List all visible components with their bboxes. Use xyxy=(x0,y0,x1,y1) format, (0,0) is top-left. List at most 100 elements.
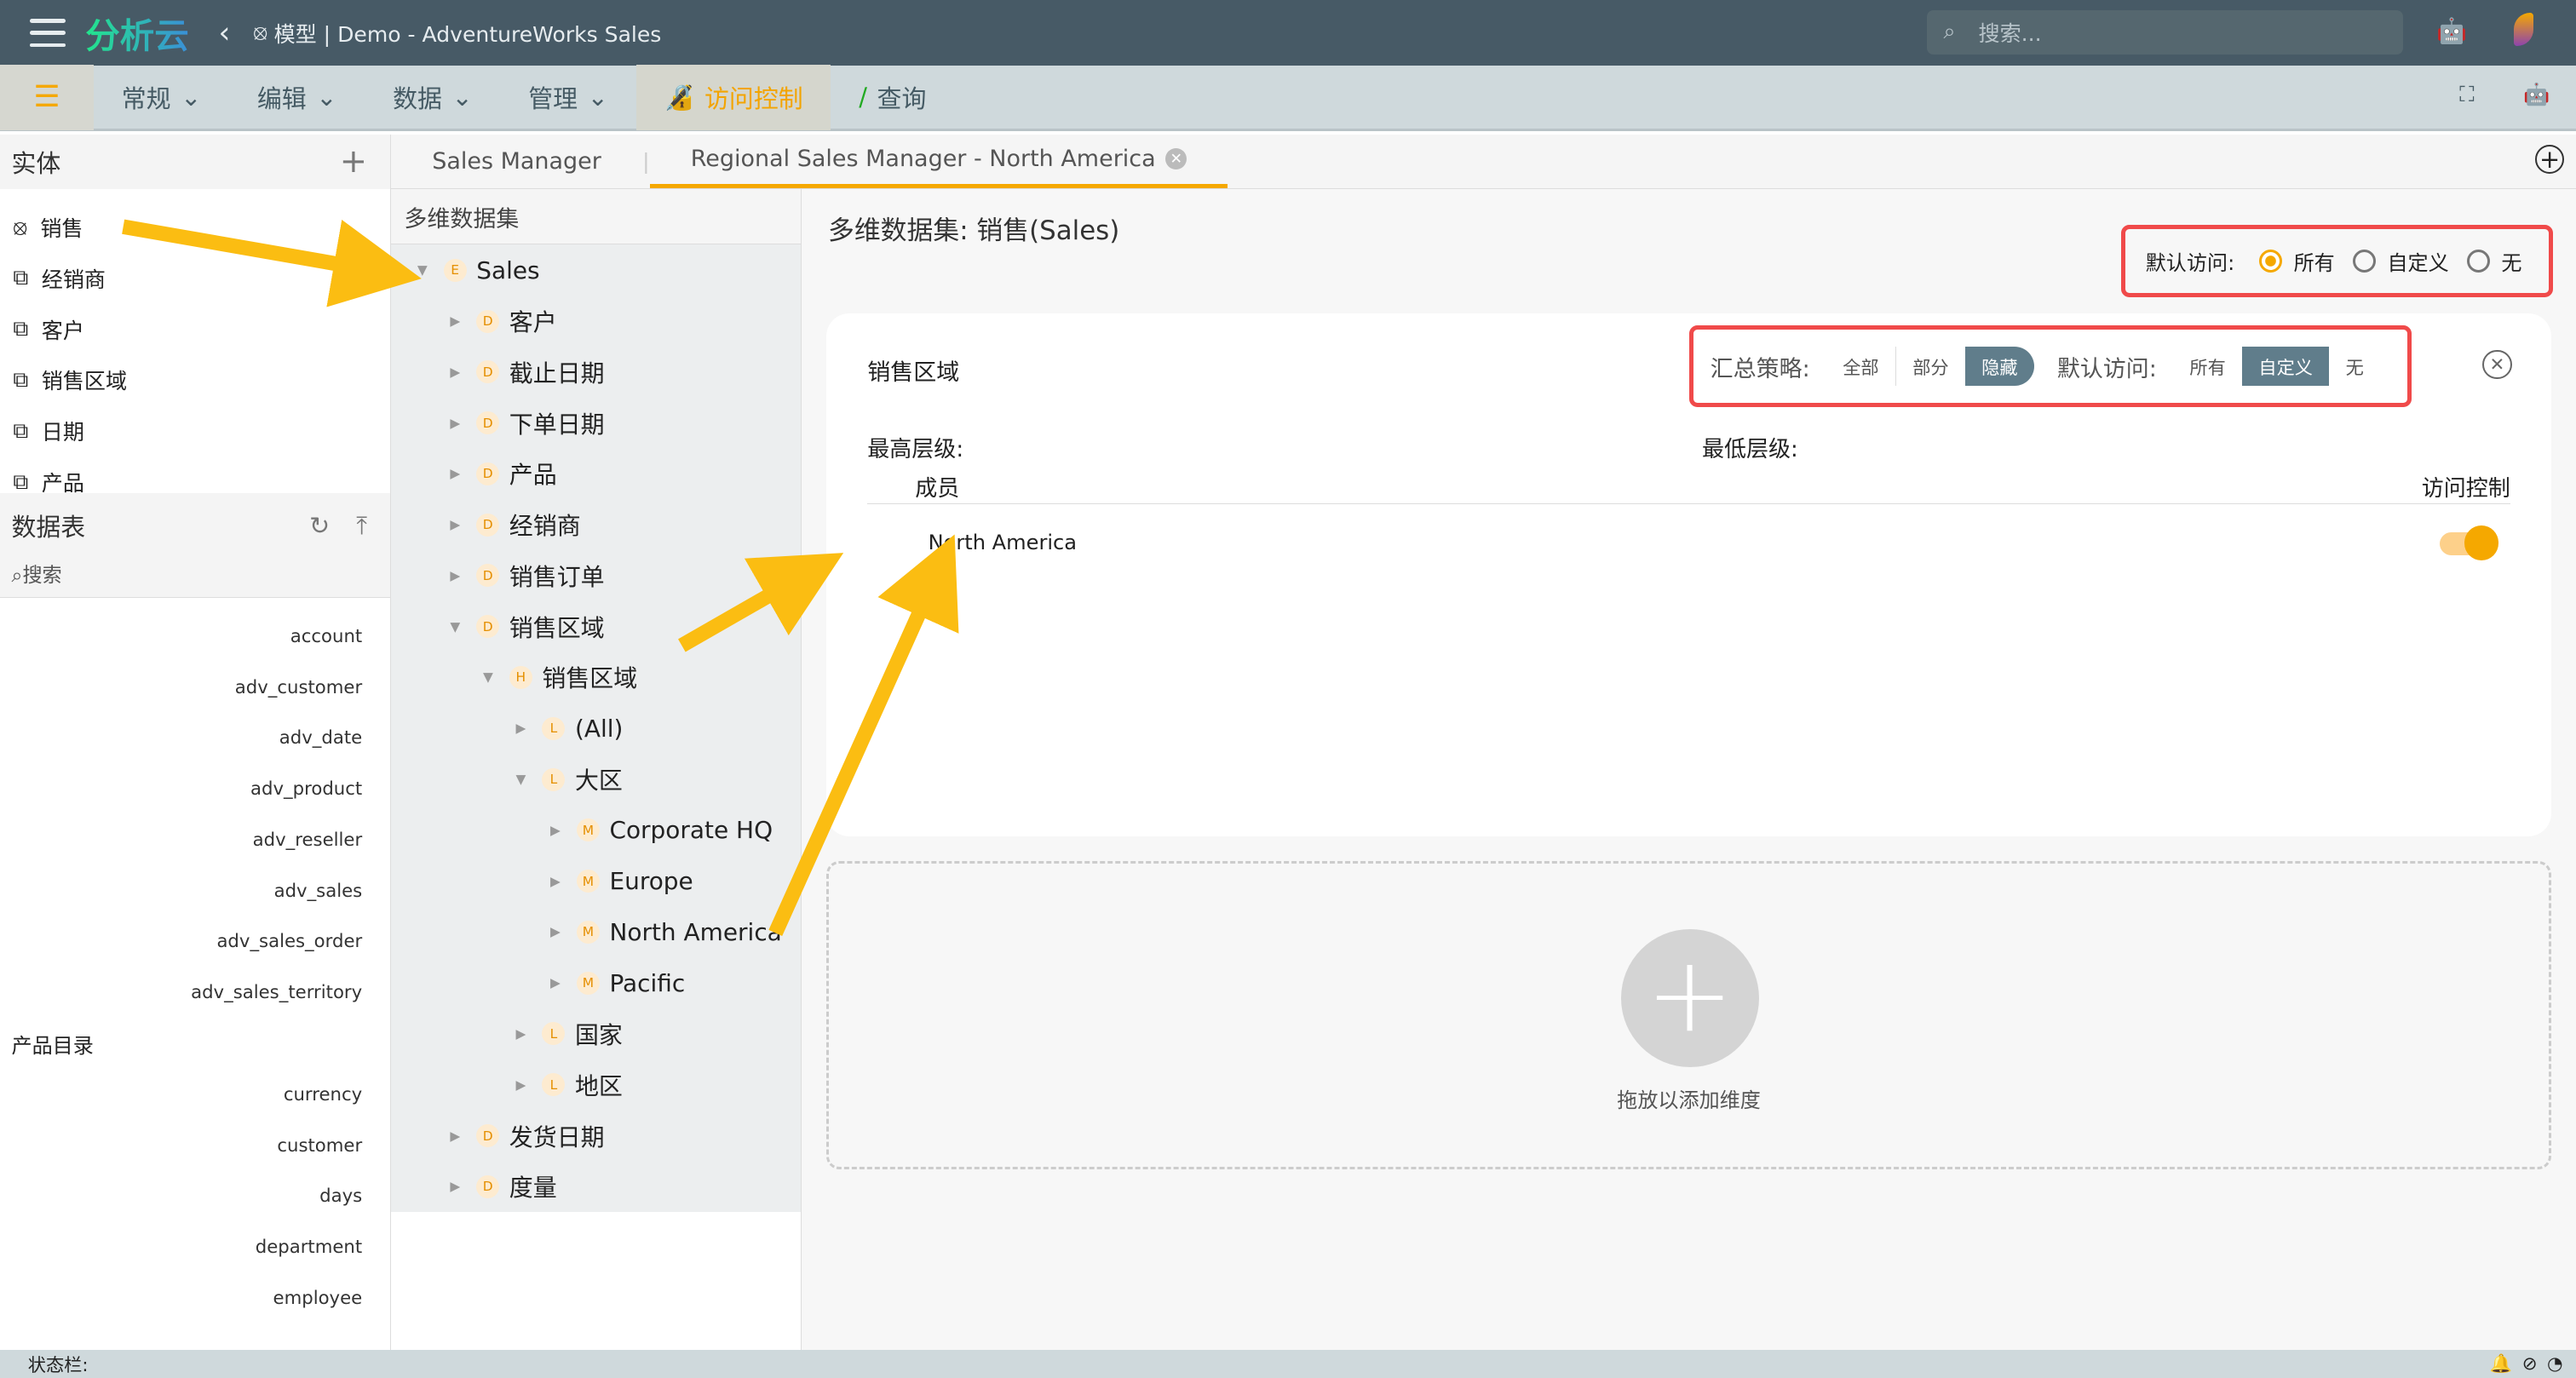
caret-right-icon[interactable]: ▶ xyxy=(450,517,466,532)
caret-down-icon[interactable]: ▼ xyxy=(516,772,532,787)
caret-right-icon[interactable]: ▶ xyxy=(450,1179,466,1194)
caret-right-icon[interactable]: ▶ xyxy=(450,1128,466,1144)
robot-icon[interactable]: 🤖 xyxy=(2523,82,2550,107)
help-icon[interactable]: ◔ xyxy=(2547,1353,2563,1375)
menu-manage[interactable]: 管理 ⌄ xyxy=(500,65,635,130)
caret-right-icon[interactable]: ▶ xyxy=(450,466,466,481)
radio-all[interactable] xyxy=(2259,250,2283,273)
table-item[interactable]: adv_customer xyxy=(0,662,390,713)
tab-sales-manager[interactable]: Sales Manager xyxy=(391,135,642,189)
entity-item[interactable]: ⧉ 销售区域 xyxy=(0,355,390,406)
tree-node[interactable]: ▼ E Sales xyxy=(391,244,801,296)
table-item[interactable]: adv_product xyxy=(0,764,390,815)
table-item[interactable]: adv_reseller xyxy=(0,815,390,866)
tree-node[interactable]: ▶ D 销售订单 xyxy=(391,550,801,601)
mute-icon[interactable]: ⊘ xyxy=(2522,1353,2538,1375)
agg-all[interactable]: 全部 xyxy=(1826,346,1896,387)
table-group[interactable]: 产品目录 xyxy=(0,1019,390,1070)
tree-node[interactable]: ▶ D 经销商 xyxy=(391,499,801,550)
menu-edit[interactable]: 编辑 ⌄ xyxy=(229,65,365,130)
caret-right-icon[interactable]: ▶ xyxy=(516,1026,532,1042)
tree-node[interactable]: ▶ M Pacific xyxy=(391,957,801,1008)
search-input[interactable]: ⌕ 搜索... xyxy=(1927,9,2404,55)
robot-icon[interactable]: 🤖 xyxy=(2436,16,2467,46)
table-search-input[interactable]: ⌕搜索 xyxy=(0,558,390,598)
table-item[interactable]: days xyxy=(0,1171,390,1222)
caret-right-icon[interactable]: ▶ xyxy=(550,975,566,990)
badge-d-icon: D xyxy=(476,309,500,333)
caret-right-icon[interactable]: ▶ xyxy=(450,313,466,329)
tree-node[interactable]: ▶ D 客户 xyxy=(391,296,801,347)
entity-item[interactable]: ⧉ 产品 xyxy=(0,456,390,493)
sidebar-toggle-icon[interactable]: ☰ xyxy=(0,64,94,130)
access-all[interactable]: 所有 xyxy=(2173,347,2242,386)
table-item[interactable]: currency xyxy=(0,1069,390,1120)
query-button[interactable]: / 查询 xyxy=(831,65,954,130)
member-access-toggle[interactable] xyxy=(2439,525,2499,560)
upload-icon[interactable]: ⤒ xyxy=(356,511,367,541)
menu-data[interactable]: 数据 ⌄ xyxy=(365,65,500,130)
caret-right-icon[interactable]: ▶ xyxy=(550,823,566,838)
caret-right-icon[interactable]: ▶ xyxy=(550,924,566,939)
table-item[interactable]: employee xyxy=(0,1273,390,1324)
access-custom[interactable]: 自定义 xyxy=(2242,346,2330,387)
refresh-icon[interactable]: ↻ xyxy=(309,511,330,541)
access-none[interactable]: 无 xyxy=(2329,347,2380,386)
entity-item[interactable]: ⦻ 销售 xyxy=(0,202,390,253)
agg-hidden[interactable]: 隐藏 xyxy=(1964,346,2034,387)
close-tab-icon[interactable]: ✕ xyxy=(1165,148,1187,170)
radio-none[interactable] xyxy=(2466,250,2490,273)
entity-item[interactable]: ⧉ 经销商 xyxy=(0,253,390,304)
fullscreen-icon[interactable]: ⛶ xyxy=(2459,82,2475,108)
add-entity-icon[interactable]: + xyxy=(340,142,367,181)
table-item[interactable]: department xyxy=(0,1222,390,1273)
caret-right-icon[interactable]: ▶ xyxy=(450,568,466,583)
tree-node[interactable]: ▶ L 国家 xyxy=(391,1008,801,1059)
tree-node[interactable]: ▼ D 销售区域 xyxy=(391,601,801,652)
tree-node[interactable]: ▶ L 地区 xyxy=(391,1059,801,1111)
radio-custom[interactable] xyxy=(2352,250,2376,273)
entity-item[interactable]: ⧉ 日期 xyxy=(0,405,390,456)
tree-node[interactable]: ▶ D 度量 xyxy=(391,1161,801,1212)
tree-node[interactable]: ▶ D 发货日期 xyxy=(391,1111,801,1162)
node-label: 发货日期 xyxy=(509,1122,605,1151)
caret-right-icon[interactable]: ▶ xyxy=(516,721,532,736)
table-item[interactable]: adv_sales_order xyxy=(0,916,390,967)
caret-right-icon[interactable]: ▶ xyxy=(550,874,566,889)
menu-general[interactable]: 常规 ⌄ xyxy=(94,65,229,130)
entity-item[interactable]: ⧉ 客户 xyxy=(0,304,390,355)
tree-node[interactable]: ▶ D 截止日期 xyxy=(391,347,801,398)
add-tab-icon[interactable]: + xyxy=(2534,144,2565,175)
tree-node[interactable]: ▶ D 产品 xyxy=(391,448,801,499)
top-bar: 分析云 ‹ ⦻ 模型 | Demo - AdventureWorks Sales … xyxy=(0,0,2576,66)
tree-node[interactable]: ▶ M North America xyxy=(391,907,801,958)
tab-regional-sales-manager[interactable]: Regional Sales Manager - North America ✕ xyxy=(649,135,1228,189)
bell-icon[interactable]: 🔔 xyxy=(2490,1353,2512,1375)
access-control-button[interactable]: 🔏 访问控制 xyxy=(635,64,831,130)
tree-node[interactable]: ▶ M Europe xyxy=(391,856,801,907)
tree-node[interactable]: ▼ L 大区 xyxy=(391,754,801,805)
menu-icon[interactable] xyxy=(29,18,66,48)
add-dimension-icon[interactable]: + xyxy=(1620,928,1759,1067)
back-icon[interactable]: ‹ xyxy=(218,16,230,50)
caret-right-icon[interactable]: ▶ xyxy=(516,1077,532,1093)
drop-zone[interactable]: + 拖放以添加维度 xyxy=(826,860,2552,1170)
table-item[interactable]: adv_date xyxy=(0,713,390,764)
brand-icon[interactable] xyxy=(2513,13,2533,46)
table-item[interactable]: adv_sales_territory xyxy=(0,967,390,1019)
table-item[interactable]: customer xyxy=(0,1120,390,1171)
caret-right-icon[interactable]: ▶ xyxy=(450,365,466,380)
caret-down-icon[interactable]: ▼ xyxy=(483,669,499,685)
tree-node[interactable]: ▼ H 销售区域 xyxy=(391,652,801,703)
caret-down-icon[interactable]: ▼ xyxy=(450,619,466,634)
tree-node[interactable]: ▶ D 下单日期 xyxy=(391,398,801,449)
table-item[interactable]: adv_sales xyxy=(0,865,390,916)
chevron-down-icon: ⌄ xyxy=(587,83,608,112)
agg-partial[interactable]: 部分 xyxy=(1896,347,1965,386)
caret-down-icon[interactable]: ▼ xyxy=(417,262,434,278)
table-item[interactable]: account xyxy=(0,611,390,662)
tree-node[interactable]: ▶ L (All) xyxy=(391,703,801,754)
tree-node[interactable]: ▶ M Corporate HQ xyxy=(391,805,801,856)
remove-dimension-icon[interactable]: ✕ xyxy=(2482,349,2512,380)
caret-right-icon[interactable]: ▶ xyxy=(450,416,466,431)
